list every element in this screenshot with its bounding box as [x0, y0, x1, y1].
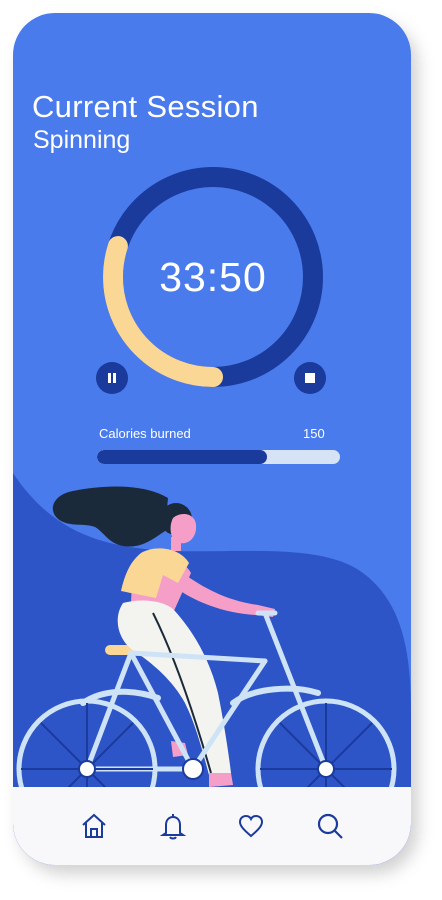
nav-home[interactable]: [77, 809, 111, 843]
nav-favorites[interactable]: [234, 809, 268, 843]
calories-progress-bar: [97, 450, 340, 464]
heart-icon: [239, 814, 264, 838]
nav-search[interactable]: [313, 809, 347, 843]
pause-icon: [108, 373, 116, 383]
calories-label: Calories burned: [99, 426, 191, 441]
page-title: Current Session: [32, 89, 259, 124]
home-icon: [82, 813, 106, 838]
calories-progress-fill: [97, 450, 268, 464]
stop-icon: [305, 373, 315, 383]
phone-screen: Current Session Spinning 33:50 Calories …: [13, 13, 411, 865]
bell-icon: [159, 814, 187, 840]
search-icon: [317, 813, 343, 839]
activity-name: Spinning: [33, 126, 131, 154]
nav-notifications[interactable]: [156, 809, 190, 843]
bottom-nav: [13, 787, 411, 865]
timer-display: 33:50: [159, 253, 267, 300]
pause-button[interactable]: [96, 362, 128, 394]
stop-button[interactable]: [294, 362, 326, 394]
calories-value: 150: [303, 426, 325, 441]
